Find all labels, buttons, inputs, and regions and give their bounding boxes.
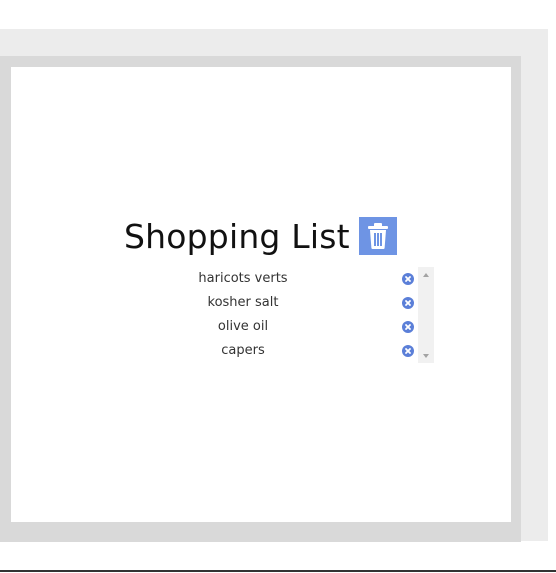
list-scrollbar[interactable] (418, 267, 434, 363)
close-circle-icon (405, 324, 411, 330)
shopping-list[interactable]: haricots verts kosher salt olive oil cap… (176, 267, 434, 363)
close-circle-icon (405, 300, 411, 306)
clear-list-button[interactable] (358, 217, 397, 255)
page-title: Shopping List (124, 216, 350, 256)
list-item: olive oil (176, 315, 416, 339)
bottom-divider (0, 570, 556, 572)
header: Shopping List (124, 214, 397, 258)
scroll-up-arrow-icon[interactable] (418, 267, 434, 283)
list-item: capers (176, 339, 416, 363)
list-item: haricots verts (176, 267, 416, 291)
item-label: kosher salt (207, 295, 279, 310)
item-label: haricots verts (198, 271, 288, 286)
remove-item-button[interactable] (402, 273, 414, 285)
remove-item-button[interactable] (402, 345, 414, 357)
remove-item-button[interactable] (402, 297, 414, 309)
item-label: capers (221, 343, 265, 358)
trash-icon (367, 223, 388, 249)
remove-item-button[interactable] (402, 321, 414, 333)
close-circle-icon (405, 276, 411, 282)
close-circle-icon (405, 348, 411, 354)
scroll-down-arrow-icon[interactable] (418, 347, 434, 363)
item-label: olive oil (217, 319, 269, 334)
list-item: kosher salt (176, 291, 416, 315)
